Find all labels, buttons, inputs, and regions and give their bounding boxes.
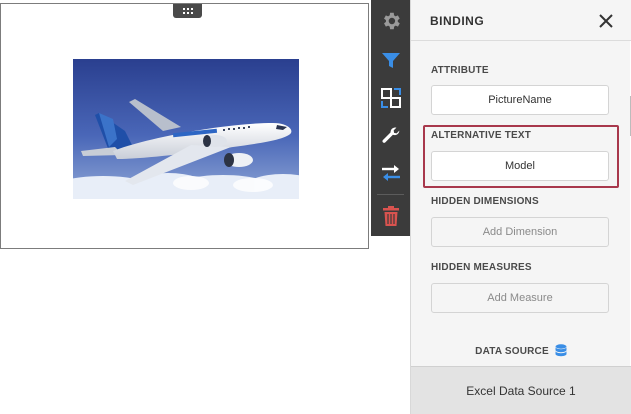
wrench-icon[interactable] (371, 119, 410, 153)
alternative-text-value: Model (505, 160, 535, 172)
toolbar-separator (377, 194, 404, 195)
data-source-value: Excel Data Source 1 (466, 383, 576, 398)
alternative-text-field[interactable]: Model (431, 151, 609, 181)
close-icon[interactable] (595, 10, 617, 32)
grip-icon (182, 7, 193, 14)
panel-header: BINDING (411, 0, 631, 41)
image-dashboard-item[interactable] (0, 3, 369, 249)
filter-icon[interactable] (371, 44, 410, 78)
alternative-text-label: ALTERNATIVE TEXT (431, 130, 532, 141)
interactivity-icon[interactable] (371, 156, 410, 190)
drag-handle[interactable] (173, 4, 202, 18)
panel-title: BINDING (430, 14, 485, 28)
attribute-value: PictureName (488, 94, 552, 106)
item-toolbar (371, 0, 410, 236)
data-source-selector[interactable]: Excel Data Source 1 (411, 366, 631, 414)
gear-icon[interactable] (371, 4, 410, 38)
add-measure-button[interactable]: Add Measure (431, 283, 609, 313)
data-source-header: DATA SOURCE (411, 343, 631, 359)
delete-icon[interactable] (371, 199, 410, 233)
attribute-field[interactable]: PictureName (431, 85, 609, 115)
convert-icon[interactable] (371, 81, 410, 115)
binding-panel: BINDING ATTRIBUTE PictureName ALTERNATIV… (410, 0, 631, 414)
hidden-dimensions-label: HIDDEN DIMENSIONS (431, 196, 539, 207)
add-dimension-text: Add Dimension (482, 226, 558, 238)
hidden-measures-label: HIDDEN MEASURES (431, 262, 532, 273)
attribute-label: ATTRIBUTE (431, 65, 489, 76)
add-measure-text: Add Measure (487, 292, 553, 304)
database-icon (555, 344, 567, 357)
add-dimension-button[interactable]: Add Dimension (431, 217, 609, 247)
airplane-picture (73, 59, 299, 199)
data-source-label: DATA SOURCE (475, 345, 549, 357)
